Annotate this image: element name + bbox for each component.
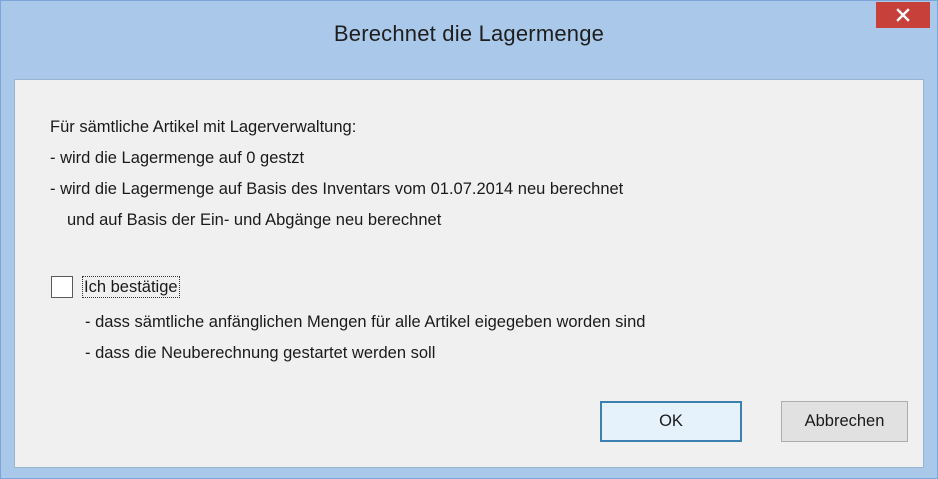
confirm-item-quantities: - dass sämtliche anfänglichen Mengen für… bbox=[85, 313, 646, 331]
dialog-title: Berechnet die Lagermenge bbox=[333, 21, 605, 46]
info-line-movements: und auf Basis der Ein- und Abgänge neu b… bbox=[67, 211, 442, 229]
info-heading: Für sämtliche Artikel mit Lagerverwaltun… bbox=[50, 118, 357, 136]
close-button[interactable] bbox=[876, 2, 930, 28]
close-icon bbox=[896, 8, 910, 22]
confirm-checkbox[interactable] bbox=[51, 276, 73, 298]
info-line-inventory: - wird die Lagermenge auf Basis des Inve… bbox=[50, 180, 624, 198]
confirm-item-start: - dass die Neuberechnung gestartet werde… bbox=[85, 344, 436, 362]
info-line-reset: - wird die Lagermenge auf 0 gestzt bbox=[50, 149, 305, 167]
dialog-content: Für sämtliche Artikel mit Lagerverwaltun… bbox=[14, 79, 924, 468]
confirm-label[interactable]: Ich bestätige bbox=[82, 276, 180, 298]
dialog-window: Berechnet die Lagermenge Für sämtliche A… bbox=[0, 0, 938, 479]
ok-button[interactable]: OK bbox=[600, 401, 742, 442]
title-bar[interactable]: Berechnet die Lagermenge bbox=[1, 1, 937, 79]
cancel-button[interactable]: Abbrechen bbox=[781, 401, 908, 442]
